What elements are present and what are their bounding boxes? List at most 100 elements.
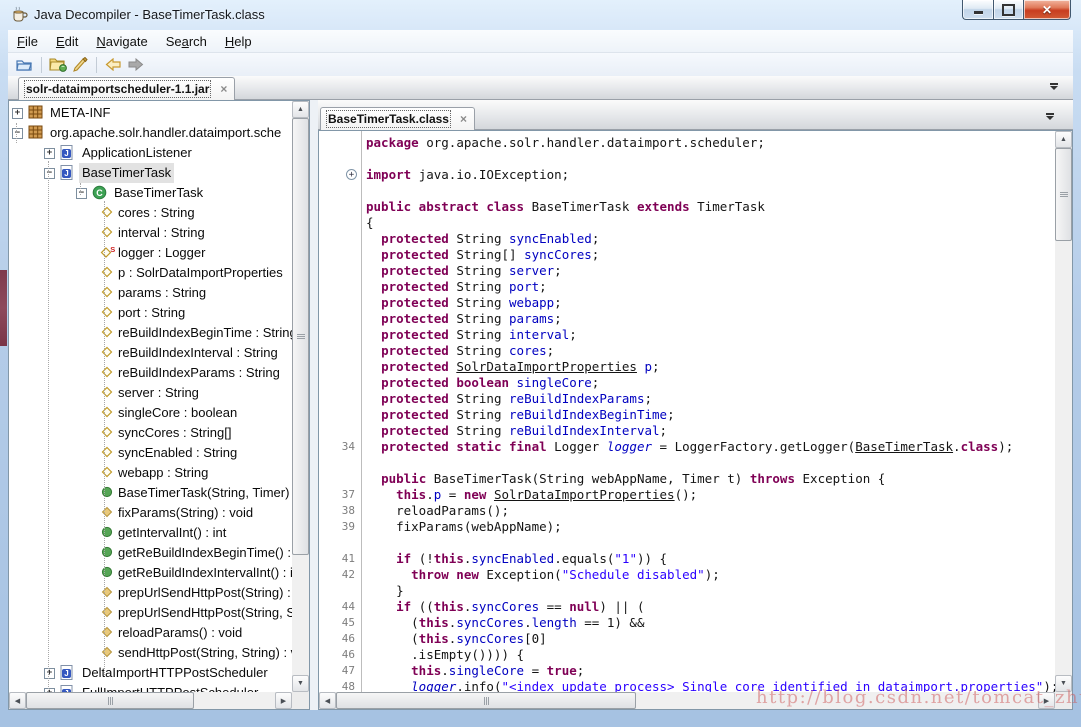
tree-item[interactable]: + J ApplicationListener	[9, 143, 292, 163]
code-hscroll-thumb[interactable]	[336, 692, 636, 709]
tree-item[interactable]: − C BaseTimerTask	[9, 183, 292, 203]
type-link[interactable]: BaseTimerTask	[855, 439, 953, 454]
maximize-button[interactable]	[993, 0, 1024, 20]
minimize-button[interactable]	[962, 0, 993, 20]
tree-item[interactable]: getReBuildIndexIntervalInt() : ir	[9, 563, 292, 583]
tree-item[interactable]: webapp : String	[9, 463, 292, 483]
titlebar[interactable]: Java Decompiler - BaseTimerTask.class ✕	[0, 0, 1081, 30]
tab-list-dropdown-icon[interactable]	[1045, 113, 1055, 120]
code-vertical-scrollbar[interactable]: ▲ ▼	[1055, 131, 1072, 692]
code-line: if (!this.syncEnabled.equals("1")) {	[396, 551, 668, 566]
tree-item-label: reBuildIndexInterval : String	[118, 345, 278, 360]
scroll-up-icon[interactable]: ▲	[292, 101, 309, 118]
type-link[interactable]: SolrDataImportProperties	[494, 487, 675, 502]
tab-list-dropdown-icon[interactable]	[1049, 83, 1059, 90]
fold-icon[interactable]: +	[346, 169, 357, 180]
scroll-left-icon[interactable]: ◀	[319, 692, 336, 709]
tree-vscroll-thumb[interactable]	[292, 118, 309, 555]
source-tab-close-icon[interactable]: ×	[460, 113, 467, 125]
package-icon	[28, 105, 43, 124]
code-line: {	[366, 215, 374, 230]
tree-item[interactable]: params : String	[9, 283, 292, 303]
tree-guide-line	[80, 183, 81, 195]
tree-item-label: reBuildIndexParams : String	[118, 365, 280, 380]
code-line: protected String server;	[381, 263, 562, 278]
tree-item-label: DeltaImportHTTPPostScheduler	[82, 665, 268, 680]
tree-item[interactable]: reBuildIndexParams : String	[9, 363, 292, 383]
code-vscroll-thumb[interactable]	[1055, 148, 1072, 241]
tree-item[interactable]: + J DeltaImportHTTPPostScheduler	[9, 663, 292, 683]
tree-item[interactable]: p : SolrDataImportProperties	[9, 263, 292, 283]
back-icon[interactable]	[102, 56, 124, 74]
scroll-up-icon[interactable]: ▲	[1055, 131, 1072, 148]
search-brush-icon[interactable]	[69, 56, 91, 74]
tree-vertical-scrollbar[interactable]: ▲ ▼	[292, 101, 309, 692]
tree-item[interactable]: getReBuildIndexBeginTime() : D	[9, 543, 292, 563]
code-line: public BaseTimerTask(String webAppName, …	[381, 471, 886, 486]
line-number: 37	[341, 488, 355, 501]
code-line: protected String reBuildIndexParams;	[381, 391, 653, 406]
source-tab[interactable]: BaseTimerTask.class ×	[320, 107, 475, 130]
forward-icon[interactable]	[124, 56, 146, 74]
scroll-right-icon[interactable]: ▶	[275, 692, 292, 709]
expand-icon[interactable]: +	[12, 108, 23, 119]
menu-item-help[interactable]: Help	[216, 32, 261, 51]
collapse-icon[interactable]: −	[76, 188, 87, 199]
code-line: protected String port;	[381, 279, 547, 294]
tree-item-label: META-INF	[50, 105, 111, 120]
tree-hscroll-thumb[interactable]	[26, 692, 194, 709]
expand-icon[interactable]: +	[44, 148, 55, 159]
tree-item[interactable]: fixParams(String) : void	[9, 503, 292, 523]
tree-item[interactable]: BaseTimerTask(String, Timer)	[9, 483, 292, 503]
open-jar-icon[interactable]	[47, 56, 69, 74]
tree-item[interactable]: prepUrlSendHttpPost(String, St	[9, 603, 292, 623]
tree-item-label: singleCore : boolean	[118, 405, 238, 420]
tree-item[interactable]: sendHttpPost(String, String) : v	[9, 643, 292, 663]
tree-item[interactable]: + META-INF	[9, 103, 292, 123]
tree-item[interactable]: reBuildIndexBeginTime : String	[9, 323, 292, 343]
tree-item-label: reloadParams() : void	[118, 625, 243, 640]
tree-item[interactable]: getIntervalInt() : int	[9, 523, 292, 543]
tree-item[interactable]: singleCore : boolean	[9, 403, 292, 423]
jar-tab-close-icon[interactable]: ×	[220, 83, 227, 95]
tree-item[interactable]: − org.apache.solr.handler.dataimport.sche	[9, 123, 292, 143]
code-line: protected String[] syncCores;	[381, 247, 600, 262]
menu-item-navigate[interactable]: Navigate	[87, 32, 156, 51]
tree-item[interactable]: port : String	[9, 303, 292, 323]
tree-horizontal-scrollbar[interactable]: ◀ ▶	[9, 692, 292, 709]
code-line: protected boolean singleCore;	[381, 375, 600, 390]
scroll-left-icon[interactable]: ◀	[9, 692, 26, 709]
type-link[interactable]: SolrDataImportProperties	[456, 359, 637, 374]
open-file-icon[interactable]	[14, 56, 36, 74]
jar-tab[interactable]: solr-dataimportscheduler-1.1.jar ×	[18, 77, 236, 100]
code-line: protected String interval;	[381, 327, 577, 342]
jclass-icon: J	[60, 685, 73, 692]
scroll-down-icon[interactable]: ▼	[292, 675, 309, 692]
collapse-icon[interactable]: −	[12, 128, 23, 139]
tree-item[interactable]: cores : String	[9, 203, 292, 223]
tree-item[interactable]: syncEnabled : String	[9, 443, 292, 463]
menubar: File Edit Navigate Search Help	[8, 30, 1073, 53]
tree-item[interactable]: prepUrlSendHttpPost(String) : v	[9, 583, 292, 603]
tree-item[interactable]: server : String	[9, 383, 292, 403]
tree-item[interactable]: Slogger : Logger	[9, 243, 292, 263]
menu-item-edit[interactable]: Edit	[47, 32, 87, 51]
collapse-icon[interactable]: −	[44, 168, 55, 179]
window-title: Java Decompiler - BaseTimerTask.class	[34, 7, 265, 22]
expand-icon[interactable]: +	[44, 668, 55, 679]
tree-item[interactable]: − J BaseTimerTask	[9, 163, 292, 183]
code-line: protected String cores;	[381, 343, 555, 358]
tree-item[interactable]: +JFullImportHTTPPostScheduler	[9, 683, 292, 692]
tree-item[interactable]: reloadParams() : void	[9, 623, 292, 643]
tree-item[interactable]: interval : String	[9, 223, 292, 243]
svg-text:C: C	[96, 188, 103, 198]
tree-item[interactable]: syncCores : String[]	[9, 423, 292, 443]
menu-item-search[interactable]: Search	[157, 32, 216, 51]
menu-item-file[interactable]: File	[8, 32, 47, 51]
field-icon	[100, 265, 114, 284]
close-button[interactable]: ✕	[1024, 0, 1071, 20]
tree-item[interactable]: reBuildIndexInterval : String	[9, 343, 292, 363]
left-border-artifact	[0, 270, 7, 346]
